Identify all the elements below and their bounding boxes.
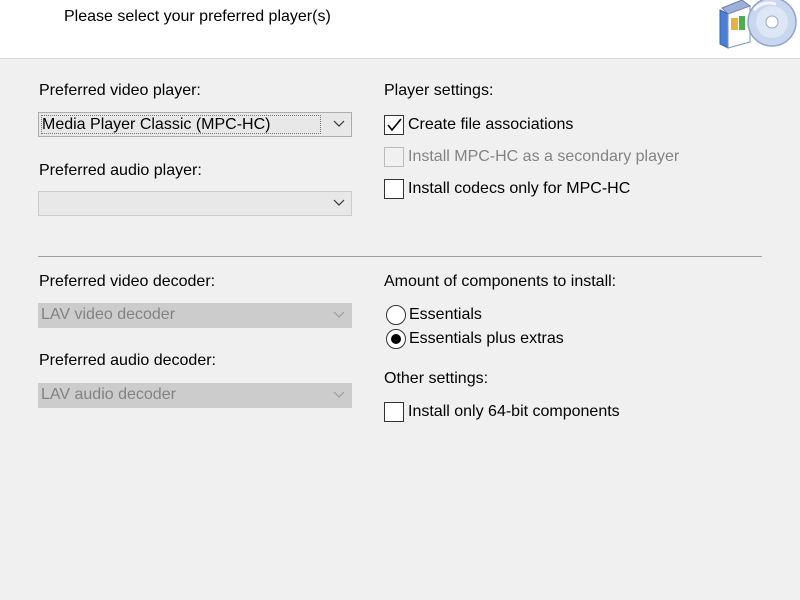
create-associations-label: Create file associations [408,116,574,133]
video-decoder-select[interactable]: LAV video decoder [38,303,352,328]
essentials-plus-extras-label: Essentials plus extras [409,330,564,347]
player-settings-heading: Player settings: [384,82,494,99]
only-64bit-checkbox[interactable] [384,402,404,422]
chevron-down-icon [333,391,345,398]
video-player-label: Preferred video player: [39,82,201,99]
section-divider [38,256,762,257]
codecs-only-checkbox[interactable] [384,179,404,199]
video-player-value: Media Player Classic (MPC-HC) [41,115,321,134]
header-banner: Please select your preferred player(s) [0,0,800,59]
chevron-down-icon [333,120,345,127]
essentials-radio[interactable] [386,305,406,325]
checkmark-icon [387,118,402,132]
audio-decoder-value: LAV audio decoder [41,386,176,403]
video-player-select[interactable]: Media Player Classic (MPC-HC) [38,112,352,137]
other-settings-heading: Other settings: [384,370,489,387]
video-decoder-value: LAV video decoder [41,306,176,323]
audio-decoder-label: Preferred audio decoder: [39,352,216,369]
chevron-down-icon [333,311,345,318]
audio-decoder-select[interactable]: LAV audio decoder [38,383,352,408]
secondary-player-label: Install MPC-HC as a secondary player [408,148,680,165]
video-decoder-label: Preferred video decoder: [39,273,216,290]
page-title: Please select your preferred player(s) [64,8,331,25]
audio-player-label: Preferred audio player: [39,162,202,179]
essentials-plus-extras-radio[interactable] [386,329,406,349]
audio-player-select[interactable] [38,191,352,216]
secondary-player-checkbox[interactable] [384,147,404,167]
software-box-cd-icon [719,0,797,49]
audio-player-value [41,194,321,213]
radio-selected-dot [391,334,401,344]
create-associations-checkbox[interactable] [384,115,404,135]
essentials-label: Essentials [409,306,482,323]
components-heading: Amount of components to install: [384,273,617,290]
chevron-down-icon [333,199,345,206]
only-64bit-label: Install only 64-bit components [408,403,620,420]
codecs-only-label: Install codecs only for MPC-HC [408,180,631,197]
